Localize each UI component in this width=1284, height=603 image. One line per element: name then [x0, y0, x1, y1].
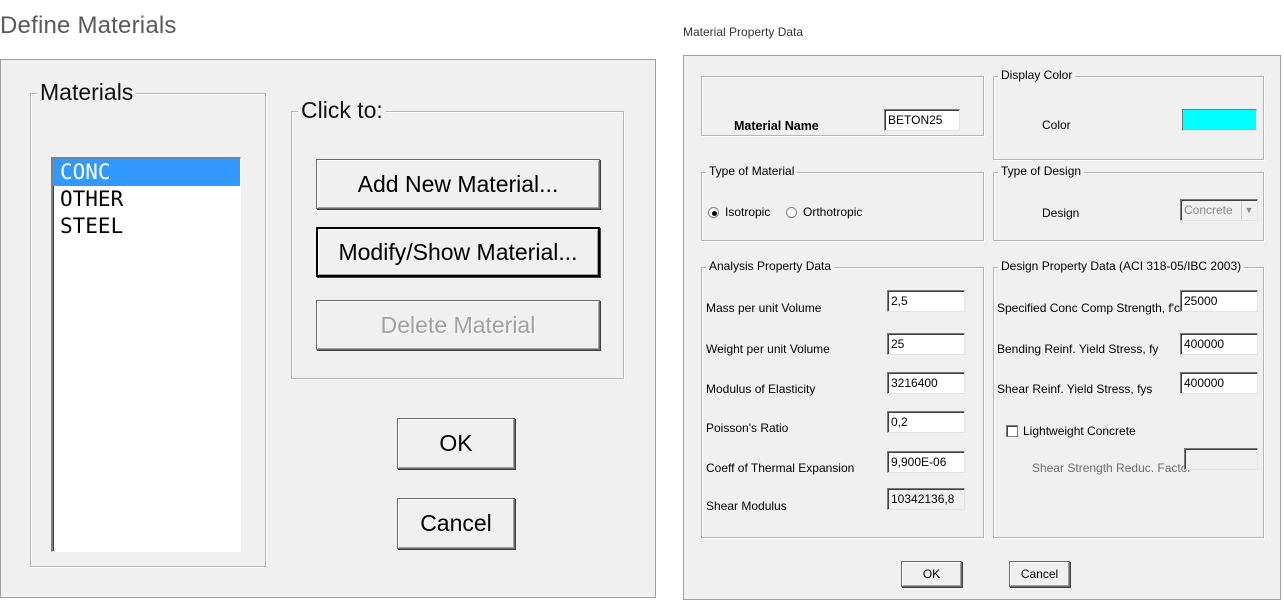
click-to-label: Click to: [298, 97, 386, 124]
list-item-steel[interactable]: STEEL [53, 213, 240, 240]
isotropic-radio[interactable] [708, 207, 719, 218]
delete-material-button: Delete Material [316, 300, 600, 350]
define-materials-title: Define Materials [0, 12, 177, 39]
analysis-property-label: Analysis Property Data [706, 259, 835, 273]
orthotropic-radio[interactable] [786, 207, 797, 218]
thermal-input[interactable]: 9,900E-06 [887, 451, 965, 473]
color-label: Color [1042, 118, 1071, 132]
design-select: Concrete ▼ [1180, 199, 1258, 221]
shear-reduc-label: Shear Strength Reduc. Factor [1032, 461, 1192, 475]
cancel-button[interactable]: Cancel [1009, 561, 1070, 587]
weight-label: Weight per unit Volume [706, 342, 830, 356]
lightweight-label: Lightweight Concrete [1023, 424, 1136, 438]
cancel-button[interactable]: Cancel [397, 498, 515, 549]
fc-input[interactable]: 25000 [1180, 290, 1258, 312]
material-property-dialog: Material Name BETON25 Display Color Colo… [683, 55, 1281, 600]
list-item-other[interactable]: OTHER [53, 186, 240, 213]
material-name-input[interactable]: BETON25 [884, 109, 960, 131]
chevron-down-icon: ▼ [1241, 201, 1256, 219]
add-new-material-button[interactable]: Add New Material... [316, 159, 600, 209]
material-name-label: Material Name [734, 119, 819, 133]
modulus-input[interactable]: 3216400 [887, 372, 965, 394]
orthotropic-label: Orthotropic [803, 205, 863, 219]
shear-modulus-output: 10342136,8 [887, 488, 965, 510]
lightweight-checkbox[interactable] [1006, 425, 1018, 437]
materials-group: Materials CONC OTHER STEEL [30, 79, 266, 567]
weight-input[interactable]: 25 [887, 333, 965, 355]
shear-reduc-input [1184, 448, 1258, 470]
design-select-value: Concrete [1184, 203, 1233, 217]
mass-label: Mass per unit Volume [706, 301, 822, 315]
define-materials-dialog: Materials CONC OTHER STEEL Click to: Add… [0, 59, 656, 598]
modulus-label: Modulus of Elasticity [706, 382, 816, 396]
color-swatch[interactable] [1182, 109, 1257, 131]
isotropic-label: Isotropic [725, 205, 771, 219]
modify-show-material-button[interactable]: Modify/Show Material... [316, 227, 600, 277]
mass-input[interactable]: 2,5 [887, 290, 965, 312]
design-label: Design [1042, 206, 1080, 220]
radio-selected-dot [712, 211, 717, 216]
poisson-label: Poisson's Ratio [706, 421, 789, 435]
materials-listbox[interactable]: CONC OTHER STEEL [51, 157, 241, 552]
ok-button[interactable]: OK [901, 561, 962, 587]
fy-input[interactable]: 400000 [1180, 333, 1258, 355]
materials-group-label: Materials [37, 79, 137, 106]
shear-modulus-label: Shear Modulus [706, 499, 787, 513]
list-item-conc[interactable]: CONC [53, 159, 240, 186]
display-color-label: Display Color [998, 68, 1076, 82]
fc-label: Specified Conc Comp Strength, f'c [997, 301, 1181, 315]
fys-label: Shear Reinf. Yield Stress, fys [997, 382, 1153, 396]
design-property-label: Design Property Data (ACI 318-05/IBC 200… [998, 259, 1245, 273]
poisson-input[interactable]: 0,2 [887, 411, 965, 433]
ok-button[interactable]: OK [397, 418, 515, 469]
thermal-label: Coeff of Thermal Expansion [706, 461, 855, 475]
type-of-material-label: Type of Material [706, 164, 798, 178]
fys-input[interactable]: 400000 [1180, 372, 1258, 394]
material-property-title: Material Property Data [683, 25, 804, 39]
fy-label: Bending Reinf. Yield Stress, fy [997, 342, 1159, 356]
type-of-design-label: Type of Design [998, 164, 1085, 178]
